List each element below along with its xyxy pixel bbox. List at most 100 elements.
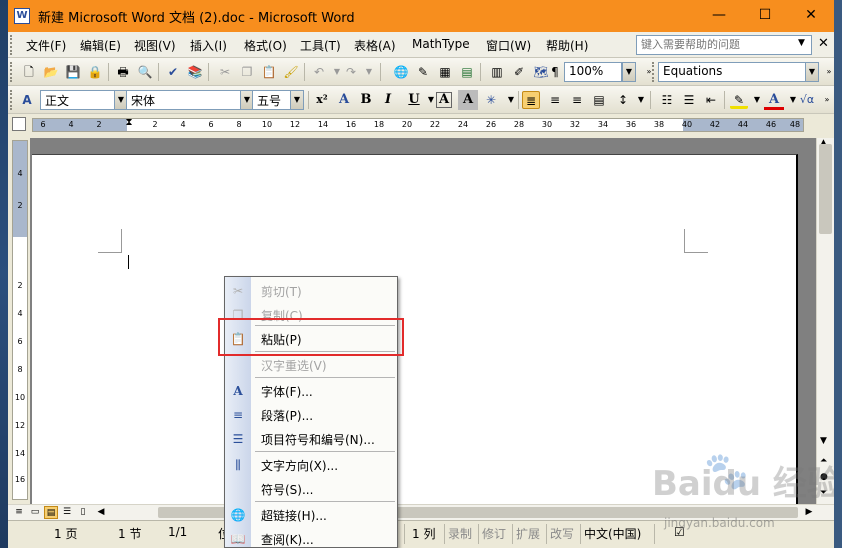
ctx-item-hyperlink[interactable]: 🌐 超链接(H)... xyxy=(225,503,397,527)
distributed-align-icon[interactable]: ▤ xyxy=(590,91,608,109)
ctx-item-font[interactable]: A 字体(F)... xyxy=(225,379,397,403)
tables-borders-icon[interactable]: ✎ xyxy=(414,63,432,81)
horizontal-ruler[interactable]: 6 4 2 ⧗ 2 4 6 8 10 12 14 16 18 20 22 24 … xyxy=(32,117,804,132)
toolbar-grip[interactable] xyxy=(10,62,14,82)
align-right-icon[interactable]: ≡ xyxy=(568,91,586,109)
open-folder-icon[interactable]: 📂 xyxy=(42,63,60,81)
align-center-icon[interactable]: ≡ xyxy=(546,91,564,109)
line-spacing-icon[interactable]: ↕ xyxy=(614,91,632,109)
ctx-item-lookup[interactable]: 📖 查阅(K)... xyxy=(225,527,397,548)
new-document-icon[interactable]: 🗋 xyxy=(20,63,38,81)
ctx-item-text-direction[interactable]: ⫼ 文字方向(X)... xyxy=(225,453,397,477)
help-dropdown-arrow-icon[interactable]: ▼ xyxy=(798,38,805,48)
menu-file[interactable]: 文件(F) xyxy=(26,37,66,54)
font-size-dropdown-icon[interactable]: ▼ xyxy=(290,90,304,110)
permission-icon[interactable]: 🔒 xyxy=(86,63,104,81)
highlight-icon[interactable]: ✎ xyxy=(730,91,748,109)
font-size-combo[interactable]: 五号 xyxy=(252,90,292,110)
web-view-icon[interactable]: ▭ xyxy=(28,506,42,519)
reading-view-icon[interactable]: ▯ xyxy=(76,506,90,519)
menubar-grip[interactable] xyxy=(10,35,14,55)
normal-view-icon[interactable]: ≡ xyxy=(12,506,26,519)
ctx-item-paragraph[interactable]: ≡ 段落(P)... xyxy=(225,403,397,427)
tab-selector-icon[interactable] xyxy=(12,117,26,131)
ctx-item-cut[interactable]: ✂ 剪切(T) xyxy=(225,279,397,303)
menu-help[interactable]: 帮助(H) xyxy=(546,37,588,54)
hyperlink-icon[interactable]: 🌐 xyxy=(392,63,410,81)
toolbar-grip[interactable] xyxy=(10,90,14,110)
vertical-ruler[interactable]: 4 2 2 4 6 8 10 12 14 16 xyxy=(12,140,28,500)
align-justify-icon[interactable]: ≣ xyxy=(522,91,540,109)
undo-icon[interactable]: ↶ xyxy=(310,63,328,81)
paste-icon[interactable]: 📋 xyxy=(260,63,278,81)
font-color-button[interactable]: A xyxy=(764,90,784,110)
char-border-icon[interactable]: A xyxy=(436,92,452,108)
menu-format[interactable]: 格式(O) xyxy=(244,37,287,54)
help-search-input[interactable] xyxy=(636,35,812,55)
cut-icon[interactable]: ✂ xyxy=(216,63,234,81)
copy-icon[interactable]: ❐ xyxy=(238,63,256,81)
decrease-indent-icon[interactable]: ⇤ xyxy=(702,91,720,109)
grow-font-icon[interactable]: A xyxy=(334,90,354,110)
redo-icon[interactable]: ↷ xyxy=(342,63,360,81)
menu-edit[interactable]: 编辑(E) xyxy=(80,37,121,54)
char-shading-icon[interactable]: A xyxy=(458,90,478,110)
ctx-item-reconvert[interactable]: 汉字重选(V) xyxy=(225,353,397,377)
menu-tools[interactable]: 工具(T) xyxy=(300,37,341,54)
ctx-item-symbol[interactable]: 符号(S)... xyxy=(225,477,397,501)
styles-formatting-icon[interactable]: A xyxy=(18,91,36,109)
word-app-icon[interactable]: W xyxy=(14,8,30,24)
document-close-button[interactable]: ✕ xyxy=(818,36,829,51)
menu-mathtype[interactable]: MathType xyxy=(412,37,470,51)
toolbar-options-icon[interactable]: » xyxy=(818,91,834,109)
font-combo[interactable]: 宋体 xyxy=(126,90,242,110)
print-layout-icon[interactable]: ▤ xyxy=(44,506,58,519)
print-preview-icon[interactable]: 🔍 xyxy=(136,63,154,81)
zoom-dropdown-icon[interactable]: ▼ xyxy=(622,62,636,82)
numbering-icon[interactable]: ☷ xyxy=(658,91,676,109)
close-button[interactable]: ✕ xyxy=(788,0,834,32)
zoom-combo[interactable]: 100% xyxy=(564,62,622,82)
underline-button[interactable]: U xyxy=(404,90,424,110)
vertical-scroll-thumb[interactable] xyxy=(819,144,832,234)
research-icon[interactable]: 📚 xyxy=(186,63,204,81)
scroll-left-icon[interactable]: ◀ xyxy=(94,506,108,519)
bullets-icon[interactable]: ☰ xyxy=(680,91,698,109)
equation-icon[interactable]: √α xyxy=(798,91,816,109)
status-overtype[interactable]: 改写 xyxy=(550,525,574,542)
columns-icon[interactable]: ▥ xyxy=(488,63,506,81)
insert-table-icon[interactable]: ▦ xyxy=(436,63,454,81)
status-extend[interactable]: 扩展 xyxy=(516,525,540,542)
menu-window[interactable]: 窗口(W) xyxy=(486,37,531,54)
spelling-icon[interactable]: ✔ xyxy=(164,63,182,81)
superscript-icon[interactable]: x² xyxy=(312,90,332,110)
minimize-button[interactable]: — xyxy=(696,0,742,32)
maximize-button[interactable]: ☐ xyxy=(742,0,788,32)
menu-insert[interactable]: 插入(I) xyxy=(190,37,227,54)
print-icon[interactable]: 🖶 xyxy=(114,63,132,81)
save-icon[interactable]: 💾 xyxy=(64,63,82,81)
status-record[interactable]: 录制 xyxy=(448,525,472,542)
char-scale-icon[interactable]: ✳ xyxy=(482,91,500,109)
title-bar[interactable]: W 新建 Microsoft Word 文档 (2).doc - Microso… xyxy=(8,0,834,32)
equations-dropdown-icon[interactable]: ▼ xyxy=(805,62,819,82)
italic-button[interactable]: I xyxy=(378,90,398,110)
drawing-icon[interactable]: ✐ xyxy=(510,63,528,81)
show-hide-icon[interactable]: ¶ xyxy=(546,63,564,81)
outline-view-icon[interactable]: ☰ xyxy=(60,506,74,519)
format-painter-icon[interactable]: 🖌 xyxy=(282,63,300,81)
line-spacing-dropdown-icon[interactable]: ▼ xyxy=(632,91,650,109)
equations-combo[interactable]: Equations xyxy=(658,62,806,82)
insert-excel-icon[interactable]: ▤ xyxy=(458,63,476,81)
status-track-changes[interactable]: 修订 xyxy=(482,525,506,542)
style-combo[interactable]: 正文 xyxy=(40,90,116,110)
menu-table[interactable]: 表格(A) xyxy=(354,37,396,54)
redo-dropdown-icon[interactable]: ▼ xyxy=(360,63,378,81)
toolbar-options-icon[interactable]: » xyxy=(820,63,834,81)
scroll-down-icon[interactable]: ▼ xyxy=(820,436,827,446)
menu-view[interactable]: 视图(V) xyxy=(134,37,176,54)
indent-marker-icon[interactable]: ⧗ xyxy=(125,117,132,128)
bold-button[interactable]: B xyxy=(356,90,376,110)
toolbar-grip[interactable] xyxy=(652,62,656,82)
ctx-item-bullets[interactable]: ☰ 项目符号和编号(N)... xyxy=(225,427,397,451)
